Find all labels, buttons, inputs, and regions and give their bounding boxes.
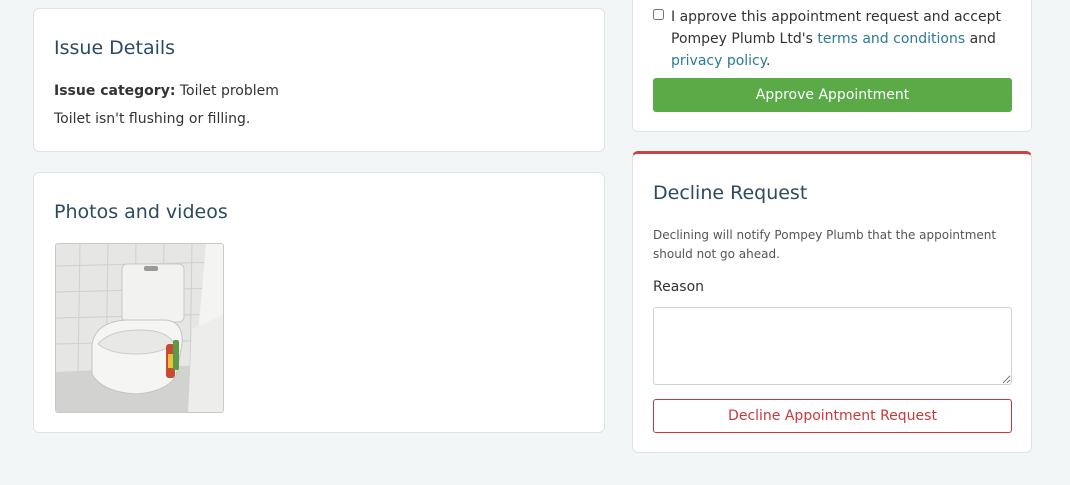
- photos-title: Photos and videos: [54, 201, 228, 223]
- approve-text-after: .: [766, 53, 771, 69]
- decline-note: Declining will notify Pompey Plumb that …: [653, 228, 997, 261]
- issue-details-title: Issue Details: [54, 37, 176, 59]
- decline-card: Decline Request Declining will notify Po…: [632, 151, 1032, 453]
- approve-card: I approve this appointment request and a…: [632, 0, 1032, 132]
- decline-title: Decline Request: [653, 182, 808, 204]
- approve-consent-checkbox[interactable]: [653, 9, 664, 20]
- issue-category: Issue category: Toilet problem: [54, 83, 279, 99]
- approve-consent-row: I approve this appointment request and a…: [653, 6, 1018, 72]
- approve-text-mid: and: [965, 31, 996, 47]
- issue-details-card: Issue Details Issue category: Toilet pro…: [33, 8, 605, 152]
- terms-link[interactable]: terms and conditions: [817, 31, 965, 47]
- issue-category-label: Issue category:: [54, 83, 176, 99]
- photos-card: Photos and videos: [33, 172, 605, 433]
- approve-appointment-button[interactable]: Approve Appointment: [653, 78, 1012, 112]
- reason-textarea[interactable]: [653, 307, 1012, 385]
- toilet-photo-image: [56, 244, 223, 412]
- decline-appointment-button[interactable]: Decline Appointment Request: [653, 399, 1012, 433]
- privacy-link[interactable]: privacy policy: [671, 53, 766, 69]
- approve-consent-text: I approve this appointment request and a…: [671, 6, 1018, 72]
- issue-category-value: Toilet problem: [179, 83, 279, 99]
- issue-description: Toilet isn't flushing or filling.: [54, 111, 251, 127]
- photo-thumbnail[interactable]: [55, 243, 224, 413]
- reason-label: Reason: [653, 279, 705, 295]
